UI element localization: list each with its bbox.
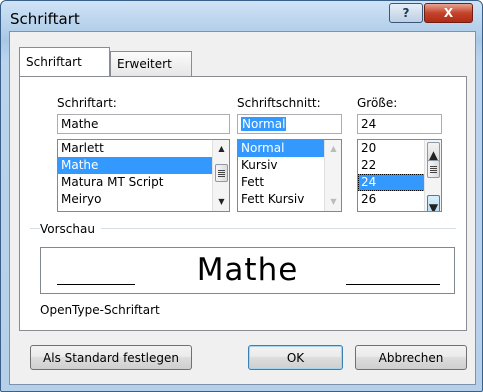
- preview-box: Mathe: [40, 247, 455, 294]
- font-list-item-selected[interactable]: Mathe: [58, 157, 229, 174]
- grip-icon: [218, 169, 225, 177]
- preview-baseline-right: [346, 284, 440, 285]
- style-input[interactable]: Normal: [237, 114, 342, 134]
- preview-sample-text: Mathe: [196, 252, 299, 288]
- scroll-up-icon[interactable]: ▲: [215, 142, 228, 155]
- set-default-button[interactable]: Als Standard festlegen: [30, 345, 192, 370]
- preview-label: Vorschau: [40, 222, 101, 236]
- set-default-label: Als Standard festlegen: [43, 350, 179, 365]
- window-title: Schriftart: [10, 10, 80, 28]
- style-label: Schriftschnitt:: [237, 96, 321, 110]
- size-input-value: 24: [361, 117, 377, 131]
- style-input-value: Normal: [241, 117, 287, 131]
- font-listbox[interactable]: Marlett Mathe Matura MT Script Meiryo ▲ …: [57, 139, 230, 212]
- ok-label: OK: [286, 350, 305, 365]
- scroll-up-icon[interactable]: ▲: [327, 142, 340, 155]
- font-input[interactable]: Mathe: [57, 114, 230, 134]
- scroll-down-icon[interactable]: ▼: [427, 195, 440, 211]
- font-list-item[interactable]: Meiryo: [58, 191, 229, 208]
- tab-erweitert[interactable]: Erweitert: [110, 51, 192, 76]
- ok-button[interactable]: OK: [248, 345, 343, 370]
- cancel-label: Abbrechen: [378, 350, 444, 365]
- tab-schriftart-label: Schriftart: [26, 55, 82, 69]
- help-button[interactable]: ?: [389, 3, 423, 23]
- close-button[interactable]: X: [424, 3, 473, 23]
- font-label: Schriftart:: [57, 96, 117, 110]
- close-icon: X: [443, 6, 454, 20]
- style-listbox[interactable]: Normal Kursiv Fett Fett Kursiv ▲ ▼: [237, 139, 342, 212]
- title-bar[interactable]: Schriftart ? X: [1, 1, 482, 31]
- scroll-down-icon[interactable]: ▼: [327, 195, 340, 208]
- tab-schriftart[interactable]: Schriftart: [19, 47, 110, 76]
- scroll-thumb[interactable]: [427, 160, 440, 178]
- font-list-item[interactable]: Matura MT Script: [58, 174, 229, 191]
- grip-icon: [430, 165, 437, 173]
- size-label: Größe:: [357, 96, 398, 110]
- scroll-down-icon[interactable]: ▼: [215, 195, 228, 208]
- size-input[interactable]: 24: [357, 114, 442, 134]
- font-list-item[interactable]: Marlett: [58, 140, 229, 157]
- tab-erweitert-label: Erweitert: [117, 57, 172, 71]
- font-input-value: Mathe: [61, 117, 99, 131]
- font-type-note: OpenType-Schriftart: [40, 303, 160, 317]
- cancel-button[interactable]: Abbrechen: [355, 345, 467, 370]
- size-listbox[interactable]: 20 22 24 26 ▲ ▼: [357, 139, 442, 212]
- size-scrollbar[interactable]: ▲ ▼: [424, 140, 441, 211]
- help-icon: ?: [402, 6, 410, 20]
- style-scrollbar[interactable]: ▲ ▼: [324, 140, 341, 211]
- font-scrollbar[interactable]: ▲ ▼: [212, 140, 229, 211]
- scroll-thumb[interactable]: [215, 164, 228, 182]
